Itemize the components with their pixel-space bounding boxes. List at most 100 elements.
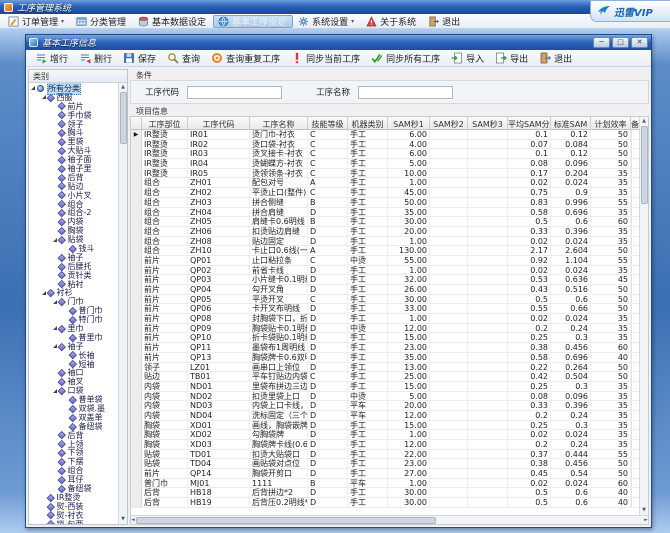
table-cell[interactable]: 小片缝卡0.1明线: [250, 275, 308, 284]
table-cell[interactable]: 0.83: [508, 198, 551, 207]
table-cell[interactable]: 0.02: [508, 479, 551, 488]
table-cell[interactable]: [631, 130, 639, 139]
table-cell[interactable]: 13.00: [388, 363, 430, 372]
tree-node[interactable]: 口袋: [29, 386, 118, 395]
table-cell[interactable]: 40: [591, 353, 631, 362]
table-cell[interactable]: 0.42: [508, 372, 551, 381]
table-cell[interactable]: 2.604: [551, 246, 591, 255]
table-cell[interactable]: D: [308, 430, 348, 439]
table-cell[interactable]: 烫叉接卡-衬衣: [250, 149, 308, 158]
table-row[interactable]: 前片QP04勾开叉角D手工26.000.430.51650: [131, 285, 639, 295]
table-cell[interactable]: 0.516: [551, 285, 591, 294]
table-cell[interactable]: 手工: [348, 227, 388, 236]
table-cell[interactable]: 手工: [348, 275, 388, 284]
table-cell[interactable]: D: [308, 275, 348, 284]
table-cell[interactable]: [468, 266, 508, 275]
close-button[interactable]: ✕: [631, 37, 648, 48]
table-row[interactable]: 贴袋TD01扣烫大贴袋口D手工22.000.370.44455: [131, 450, 639, 460]
tree-expand-icon[interactable]: [53, 238, 57, 242]
table-cell[interactable]: 前片: [142, 333, 188, 342]
row-selector-cell[interactable]: [131, 333, 142, 342]
table-cell[interactable]: [430, 295, 468, 304]
table-cell[interactable]: C: [308, 256, 348, 265]
row-selector-cell[interactable]: [131, 169, 142, 178]
table-cell[interactable]: [430, 333, 468, 342]
tree-expand-icon[interactable]: [53, 389, 57, 393]
table-cell[interactable]: 0.12: [551, 130, 591, 139]
table-cell[interactable]: ND03: [188, 401, 250, 410]
table-cell[interactable]: [468, 343, 508, 352]
table-cell[interactable]: [631, 363, 639, 372]
table-cell[interactable]: 1.104: [551, 256, 591, 265]
tree-expand-icon[interactable]: [31, 86, 35, 90]
table-cell[interactable]: 中烫: [348, 324, 388, 333]
row-selector-cell[interactable]: [131, 159, 142, 168]
table-cell[interactable]: D: [308, 450, 348, 459]
row-selector-cell[interactable]: [131, 295, 142, 304]
table-row[interactable]: 前片QP10折卡袋贴0.1明线D手工15.000.250.335: [131, 333, 639, 343]
table-cell[interactable]: 60: [591, 479, 631, 488]
table-cell[interactable]: [631, 159, 639, 168]
table-cell[interactable]: 0.43: [508, 285, 551, 294]
table-cell[interactable]: 前片: [142, 266, 188, 275]
row-selector-cell[interactable]: [131, 256, 142, 265]
row-selector-cell[interactable]: [131, 275, 142, 284]
table-cell[interactable]: 组合: [142, 208, 188, 217]
grid-marker-column-header[interactable]: [131, 117, 142, 129]
table-cell[interactable]: B: [308, 479, 348, 488]
table-cell[interactable]: 手工: [348, 372, 388, 381]
table-cell[interactable]: 胸袋: [142, 421, 188, 430]
table-cell[interactable]: D: [308, 237, 348, 246]
table-cell[interactable]: 手工: [348, 333, 388, 342]
tree-expand-icon[interactable]: [42, 291, 46, 295]
table-cell[interactable]: [430, 208, 468, 217]
menu-item-1[interactable]: 订单管理▾: [3, 15, 71, 28]
table-cell[interactable]: 0.5: [508, 498, 551, 507]
table-cell[interactable]: 手工: [348, 343, 388, 352]
table-cell[interactable]: 平烫开叉: [250, 295, 308, 304]
table-cell[interactable]: 0.204: [551, 169, 591, 178]
row-selector-cell[interactable]: [131, 198, 142, 207]
table-cell[interactable]: 胸袋: [142, 440, 188, 449]
row-selector-cell[interactable]: [131, 488, 142, 497]
table-cell[interactable]: 0.12: [551, 149, 591, 158]
table-cell[interactable]: 手工: [348, 459, 388, 468]
toolbar-button-3[interactable]: 保存: [118, 51, 161, 66]
table-cell[interactable]: B: [308, 217, 348, 226]
table-row[interactable]: 前片QP11墨袋布1周明线D手工23.000.380.45660: [131, 343, 639, 353]
table-cell[interactable]: 手工: [348, 217, 388, 226]
table-cell[interactable]: 30.00: [388, 488, 430, 497]
scroll-up-icon[interactable]: ▲: [642, 117, 646, 126]
table-cell[interactable]: 15.00: [388, 333, 430, 342]
table-cell[interactable]: 0.504: [551, 372, 591, 381]
table-cell[interactable]: 组合: [142, 246, 188, 255]
row-selector-cell[interactable]: [131, 430, 142, 439]
table-cell[interactable]: XD02: [188, 430, 250, 439]
table-cell[interactable]: 拼合侧缝: [250, 198, 308, 207]
table-row[interactable]: IR整烫IR02烫口袋-衬衣C手工4.000.070.08450: [131, 140, 639, 150]
table-cell[interactable]: 0.53: [508, 275, 551, 284]
table-cell[interactable]: 35: [591, 440, 631, 449]
table-cell[interactable]: 组合: [142, 237, 188, 246]
table-cell[interactable]: 33.00: [388, 304, 430, 313]
table-cell[interactable]: [631, 217, 639, 226]
table-cell[interactable]: [430, 227, 468, 236]
table-cell[interactable]: [631, 372, 639, 381]
table-cell[interactable]: 0.2: [508, 411, 551, 420]
table-cell[interactable]: [631, 450, 639, 459]
table-cell[interactable]: [468, 440, 508, 449]
table-cell[interactable]: 后背拼边*2: [250, 488, 308, 497]
table-cell[interactable]: 50: [591, 140, 631, 149]
table-cell[interactable]: [631, 459, 639, 468]
table-cell[interactable]: [631, 285, 639, 294]
table-cell[interactable]: 后背压0.2明线*: [250, 498, 308, 507]
table-row[interactable]: 贴袋TD04画贴袋对点位D手工23.000.380.45650: [131, 459, 639, 469]
table-cell[interactable]: 130.00: [388, 246, 430, 255]
table-cell[interactable]: 0.58: [508, 353, 551, 362]
table-cell[interactable]: ZH06: [188, 227, 250, 236]
table-cell[interactable]: [430, 450, 468, 459]
table-cell[interactable]: 扣烫贴边肩缝: [250, 227, 308, 236]
table-cell[interactable]: [631, 208, 639, 217]
table-cell[interactable]: LZ01: [188, 363, 250, 372]
table-cell[interactable]: [468, 450, 508, 459]
